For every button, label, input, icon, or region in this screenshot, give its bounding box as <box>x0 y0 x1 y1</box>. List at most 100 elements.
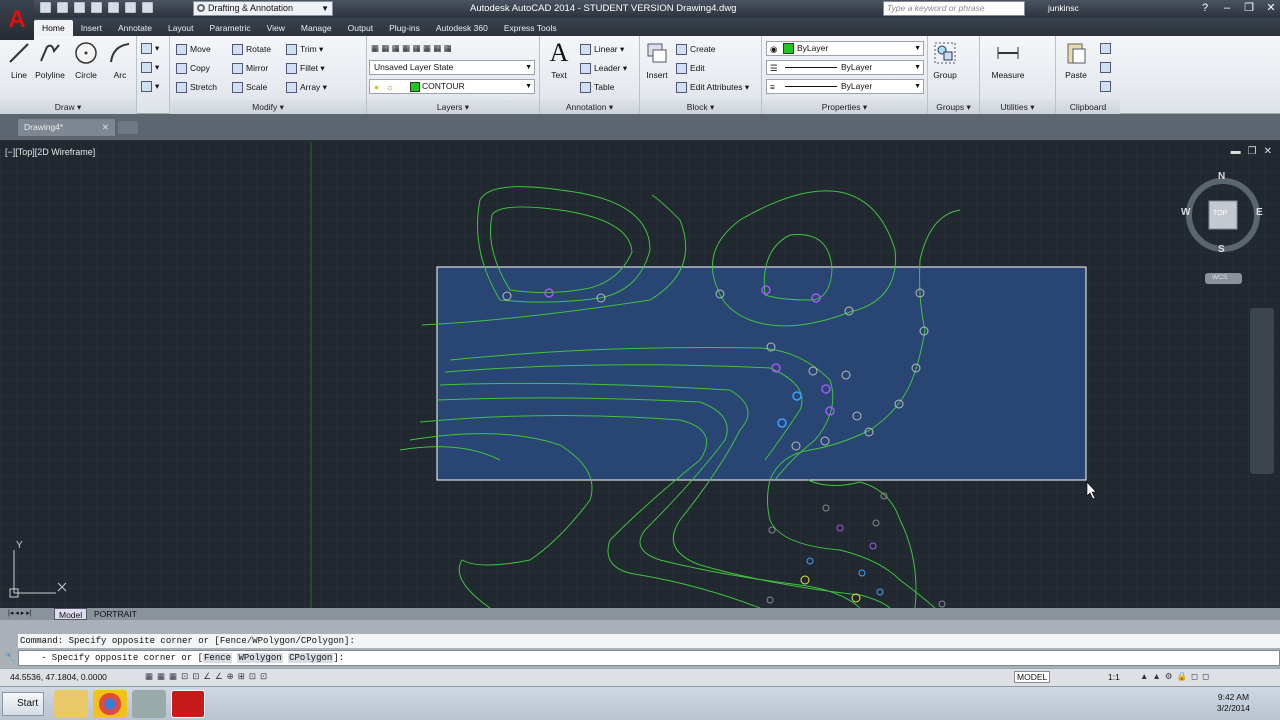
group-button[interactable]: Group <box>928 40 962 80</box>
tab-manage[interactable]: Manage <box>293 20 340 36</box>
tab-nav-arrows[interactable]: |◂ ◂ ▸ ▸| <box>4 608 36 620</box>
circle-button[interactable]: Circle <box>69 40 103 80</box>
start-button[interactable]: Start <box>2 692 44 716</box>
linetype-select[interactable]: ☰ ByLayer ▼ <box>766 60 924 75</box>
file-explorer-icon[interactable] <box>54 690 88 718</box>
status-tray-icons[interactable]: ▲▲⚙🔒◻◻ <box>1140 671 1213 682</box>
hatch-icon[interactable]: ▾ <box>139 59 159 75</box>
tab-annotate[interactable]: Annotate <box>110 20 160 36</box>
close-icon[interactable]: ✕ <box>1264 1 1278 15</box>
linear-button[interactable]: Linear ▾ <box>578 41 624 57</box>
layer-tools[interactable]: ▦ ▦ ▦ ▦ ▦ ▦ ▦ ▦ <box>371 40 452 56</box>
table-draw-icon[interactable]: ▾ <box>139 78 159 94</box>
fence-option[interactable]: Fence <box>203 653 233 663</box>
cut-icon[interactable] <box>1098 40 1114 56</box>
text-button[interactable]: A Text <box>542 38 576 80</box>
edit-block-button[interactable]: Edit <box>674 60 705 76</box>
workspace-dropdown[interactable]: Drafting & Annotation ▼ <box>193 1 333 16</box>
mirror-button[interactable]: Mirror <box>230 60 268 76</box>
properties-panel-title[interactable]: Properties ▾ <box>762 100 927 114</box>
insert-button[interactable]: Insert <box>640 40 674 80</box>
tab-express-tools[interactable]: Express Tools <box>496 20 565 36</box>
save-icon[interactable] <box>74 2 85 13</box>
draw-panel-title[interactable]: Draw ▾ <box>0 100 136 114</box>
fillet-button[interactable]: Fillet ▾ <box>284 60 325 76</box>
paste-button[interactable]: Paste <box>1059 40 1093 80</box>
copy-button[interactable]: Copy <box>174 60 210 76</box>
restore-icon[interactable]: ❐ <box>1242 1 1256 15</box>
viewport-controls-label[interactable]: [−][Top][2D Wireframe] <box>5 147 95 157</box>
undo-icon[interactable] <box>125 2 136 13</box>
search-input[interactable]: Type a keyword or phrase <box>883 1 1025 16</box>
polyline-button[interactable]: Polyline <box>33 40 67 80</box>
navigation-bar[interactable] <box>1250 308 1274 474</box>
clipboard-panel-title[interactable]: Clipboard <box>1056 100 1120 114</box>
create-block-button[interactable]: Create <box>674 41 716 57</box>
stretch-button[interactable]: Stretch <box>174 79 217 95</box>
close-viewport-icon[interactable]: ✕ <box>1264 146 1272 157</box>
rectangle-icon[interactable]: ▾ <box>139 40 159 56</box>
layer-select[interactable]: ● ☼ CONTOUR ▼ <box>369 79 535 94</box>
tab-insert[interactable]: Insert <box>73 20 110 36</box>
cpolygon-option[interactable]: CPolygon <box>288 653 334 663</box>
compass-west[interactable]: W <box>1181 207 1190 218</box>
redo-icon[interactable] <box>142 2 153 13</box>
restore-viewport-icon[interactable]: ❐ <box>1248 146 1257 157</box>
edit-attributes-button[interactable]: Edit Attributes ▾ <box>674 79 749 95</box>
model-space-toggle[interactable]: MODEL <box>1014 671 1051 683</box>
document-tab[interactable]: Drawing4* ✕ <box>18 119 115 136</box>
application-menu-button[interactable]: A <box>0 0 34 40</box>
table-button[interactable]: Table <box>578 79 614 95</box>
drawing-canvas[interactable] <box>0 140 1280 608</box>
array-button[interactable]: Array ▾ <box>284 79 327 95</box>
annotation-panel-title[interactable]: Annotation ▾ <box>540 100 639 114</box>
wrench-icon[interactable]: 🔧 <box>4 652 16 663</box>
lineweight-select[interactable]: ≡ ByLayer ▼ <box>766 79 924 94</box>
compass-south[interactable]: S <box>1218 244 1225 255</box>
groups-panel-title[interactable]: Groups ▾ <box>928 100 979 114</box>
compass-east[interactable]: E <box>1256 207 1263 218</box>
help-icon[interactable]: ? <box>1198 1 1212 15</box>
tab-home[interactable]: Home <box>34 20 73 36</box>
plot-icon[interactable] <box>108 2 119 13</box>
minimize-icon[interactable]: – <box>1220 1 1234 15</box>
copy-clip-icon[interactable] <box>1098 59 1114 75</box>
move-button[interactable]: Move <box>174 41 211 57</box>
drawing-viewport[interactable]: [−][Top][2D Wireframe] ▬ ❐ ✕ N S E W TOP… <box>0 140 1280 608</box>
tab-layout[interactable]: Layout <box>160 20 202 36</box>
block-panel-title[interactable]: Block ▾ <box>640 100 761 114</box>
chrome-icon[interactable] <box>93 690 127 718</box>
wpolygon-option[interactable]: WPolygon <box>237 653 283 663</box>
save-as-icon[interactable] <box>91 2 102 13</box>
tab-model[interactable]: Model <box>54 608 88 620</box>
viewcube-top-face[interactable]: TOP <box>1213 210 1227 217</box>
new-document-tab-button[interactable] <box>118 121 138 134</box>
modify-panel-title[interactable]: Modify ▾ <box>170 100 366 114</box>
minimize-viewport-icon[interactable]: ▬ <box>1231 146 1241 157</box>
tab-portrait[interactable]: PORTRAIT <box>90 608 141 620</box>
color-select[interactable]: ◉ ByLayer ▼ <box>766 41 924 56</box>
command-input[interactable]: - Specify opposite corner or [Fence WPol… <box>18 650 1280 666</box>
tab-view[interactable]: View <box>259 20 293 36</box>
trim-button[interactable]: Trim ▾ <box>284 41 323 57</box>
user-account[interactable]: junkinsc <box>1048 3 1079 13</box>
layers-panel-title[interactable]: Layers ▾ <box>367 100 539 114</box>
tab-parametric[interactable]: Parametric <box>202 20 259 36</box>
arc-button[interactable]: Arc <box>103 40 137 80</box>
layer-state-select[interactable]: Unsaved Layer State ▼ <box>369 60 535 75</box>
rotate-button[interactable]: Rotate <box>230 41 271 57</box>
match-properties-icon[interactable] <box>1098 78 1114 94</box>
system-clock[interactable]: 9:42 AM 3/2/2014 <box>1217 692 1250 714</box>
annotation-scale[interactable]: 1:1 <box>1108 672 1120 682</box>
utilities-panel-title[interactable]: Utilities ▾ <box>980 100 1055 114</box>
compass-north[interactable]: N <box>1218 171 1225 182</box>
measure-button[interactable]: Measure <box>990 40 1026 80</box>
coordinate-readout[interactable]: 44.5536, 47.1804, 0.0000 <box>10 672 107 682</box>
tab-autodesk-360[interactable]: Autodesk 360 <box>428 20 496 36</box>
new-file-icon[interactable] <box>40 2 51 13</box>
open-file-icon[interactable] <box>57 2 68 13</box>
app-icon[interactable] <box>132 690 166 718</box>
close-icon[interactable]: ✕ <box>102 119 109 136</box>
wcs-menu[interactable]: WCS <box>1212 274 1227 281</box>
drafting-toggles[interactable]: ▦▦▦⊡⊡∠∠⊕⊞⊡⊡ <box>145 671 271 682</box>
